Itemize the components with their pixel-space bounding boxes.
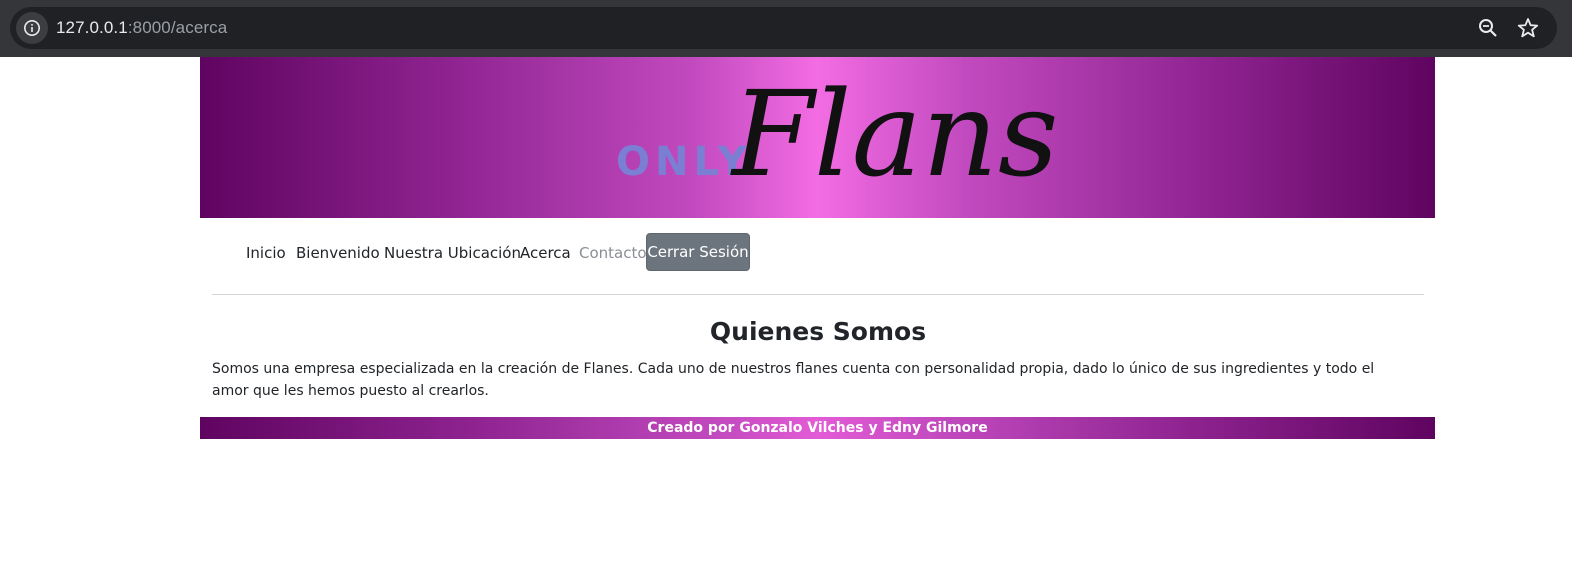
page-content: ONLY Flans Inicio Bienvenido Nuestra Ubi… [0,57,1572,567]
logout-button[interactable]: Cerrar Sesión [646,233,750,271]
info-icon[interactable] [16,12,48,44]
nav-nuestra-ubicacion[interactable]: Nuestra Ubicación [384,232,521,274]
url-host: 127.0.0.1 [56,18,128,37]
address-bar[interactable]: 127.0.0.1:8000/acerca [10,7,1557,49]
logo-flans-text: Flans [730,65,1059,203]
about-paragraph: Somos una empresa especializada en la cr… [212,361,1375,399]
footer-credit: Creado por Gonzalo Vilches y Edny Gilmor… [200,417,1435,439]
nav-contacto[interactable]: Contacto [579,232,647,274]
nav-acerca[interactable]: Acerca [520,232,571,274]
browser-toolbar: 127.0.0.1:8000/acerca [0,6,1572,57]
onlyflans-logo: ONLY Flans [616,65,1059,203]
nav-inicio[interactable]: Inicio [246,232,286,274]
page-title: Quienes Somos [709,317,927,346]
divider [212,294,1424,295]
url-text[interactable]: 127.0.0.1:8000/acerca [56,7,227,49]
header-banner: ONLY Flans [200,57,1435,218]
url-path: :8000/acerca [127,18,228,37]
navbar: Inicio Bienvenido Nuestra Ubicación Acer… [212,232,1424,274]
nav-bienvenido[interactable]: Bienvenido [296,232,380,274]
zoom-icon[interactable] [1476,16,1500,40]
star-icon[interactable] [1516,16,1540,40]
